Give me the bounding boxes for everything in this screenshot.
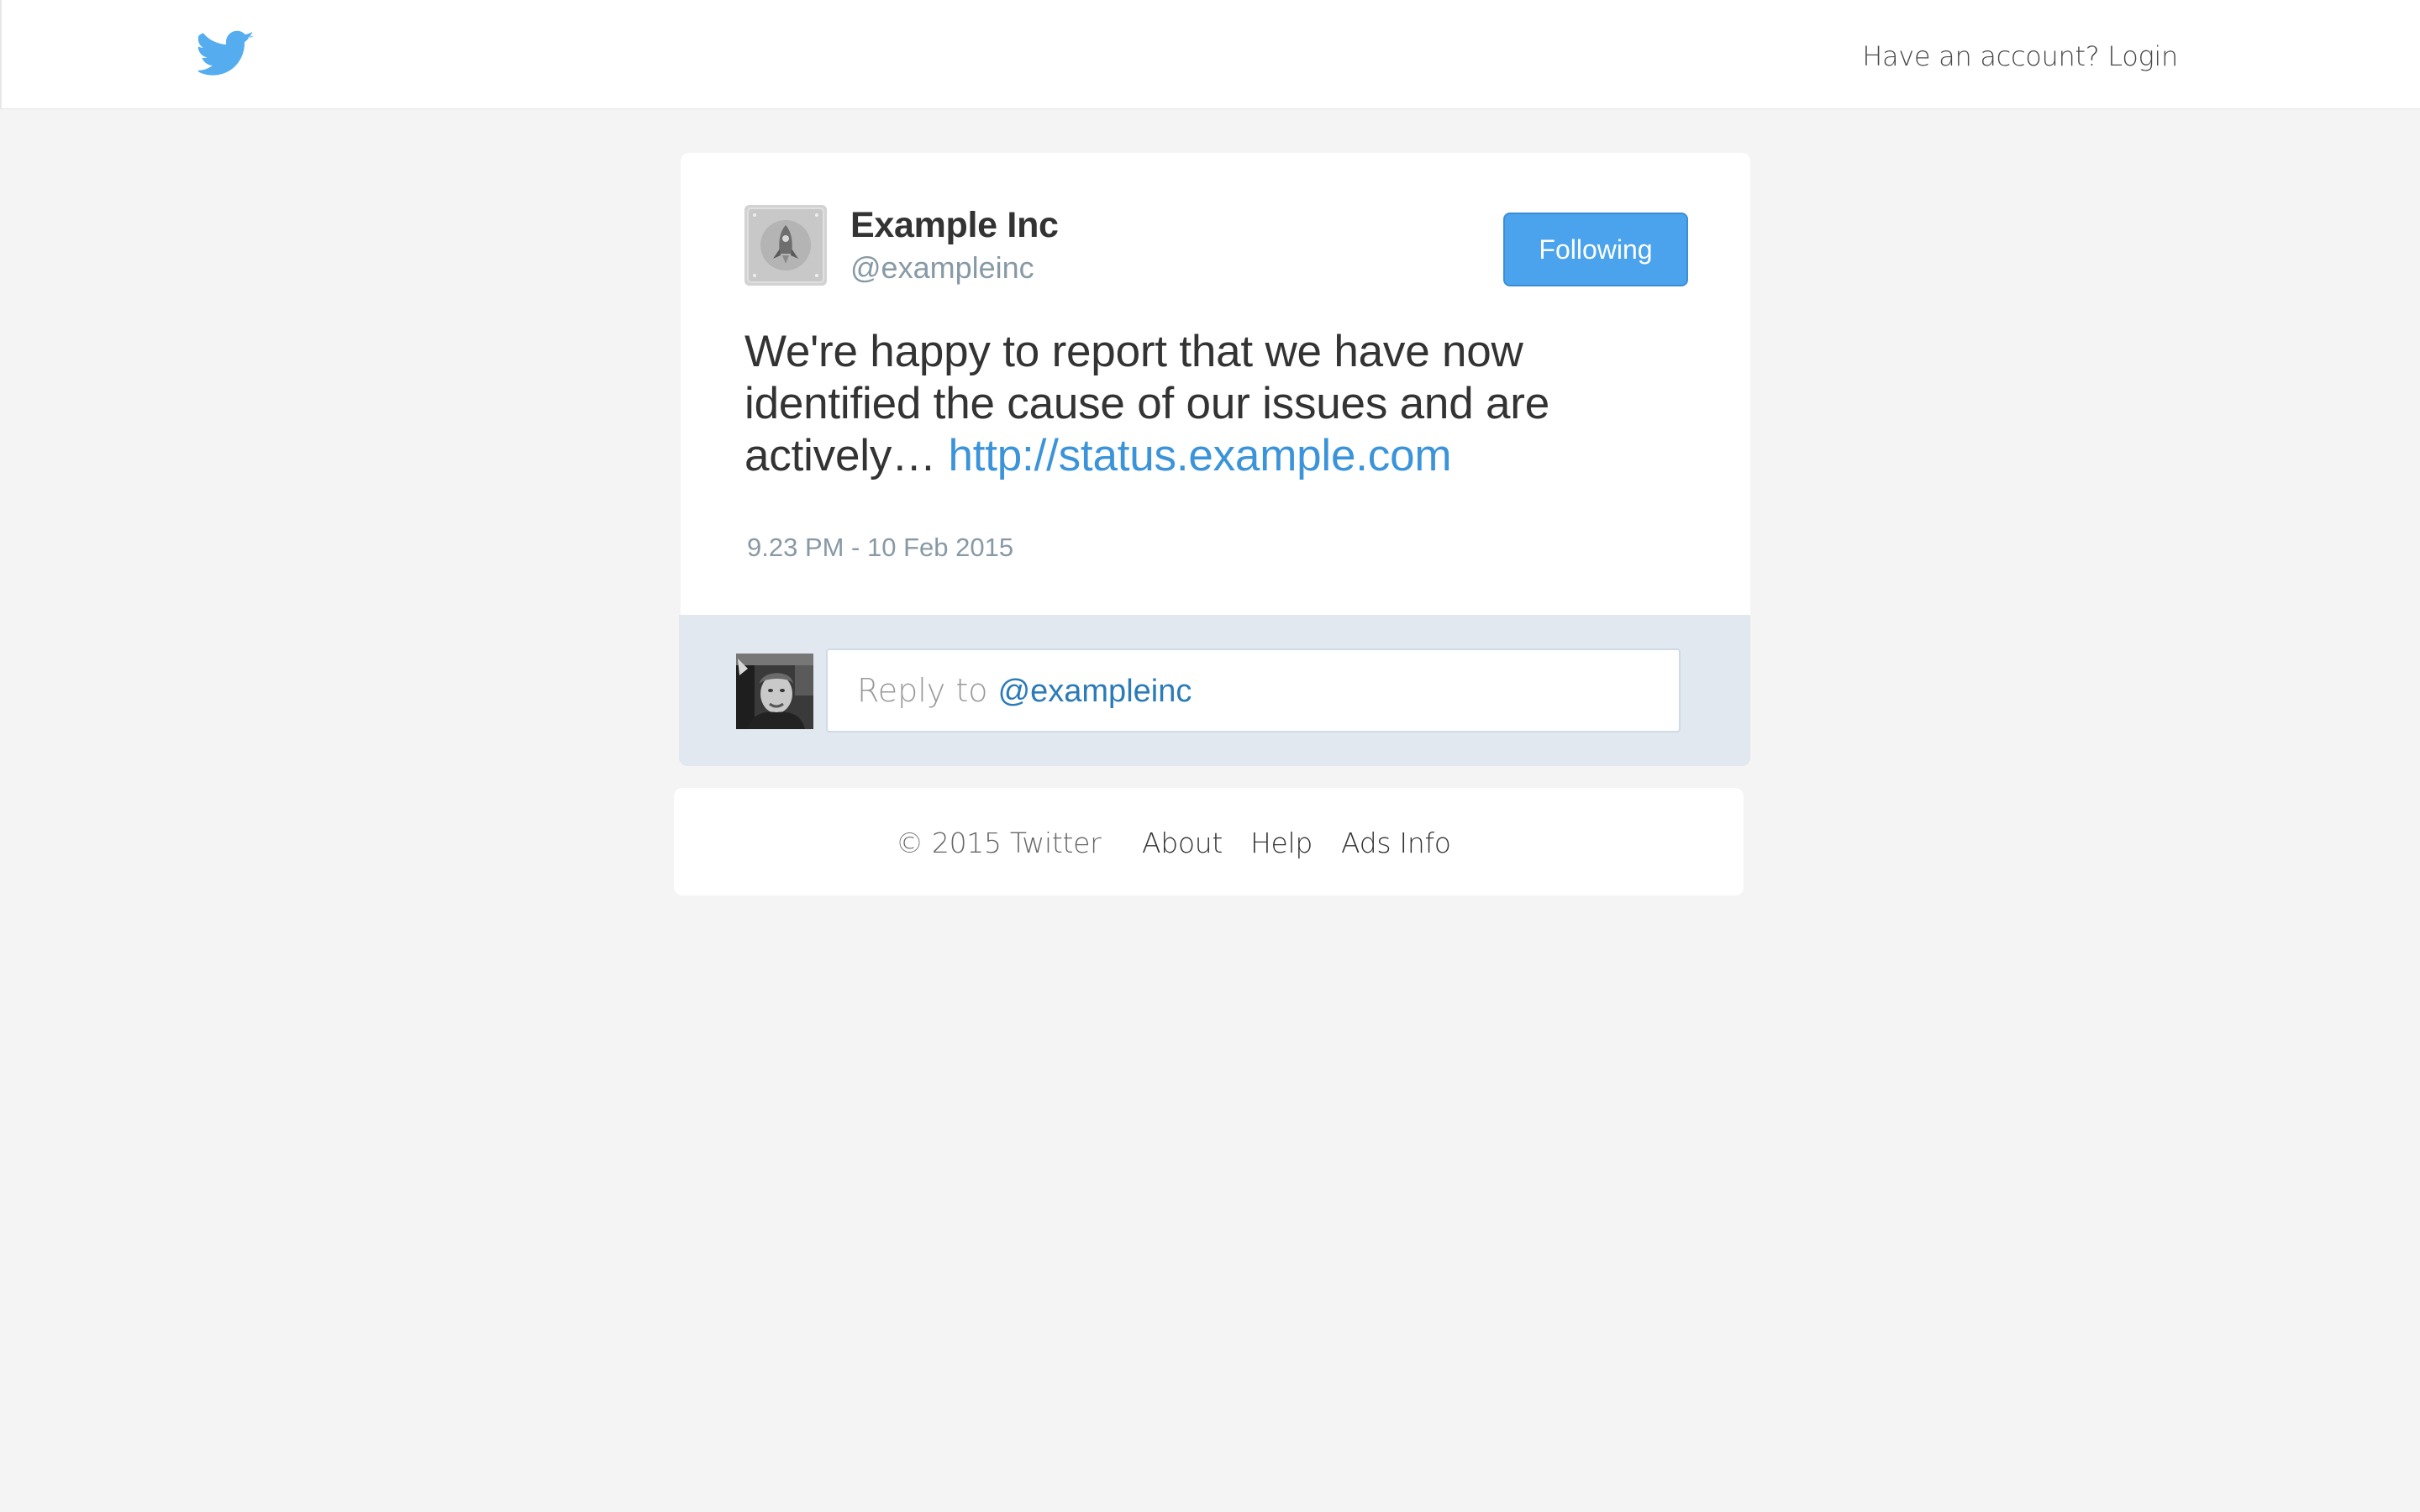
author-handle[interactable]: @exampleinc [850,250,1034,286]
twitter-bird-icon[interactable] [198,30,254,77]
footer-link-ads-info[interactable]: Ads Info [1341,827,1451,859]
top-navigation-bar: Have an account? Login [0,0,2420,109]
tweet-text: We're happy to report that we have now i… [744,326,1686,482]
footer-link-about[interactable]: About [1142,827,1223,859]
reply-placeholder-prefix: Reply to [857,672,998,709]
tweet-link[interactable]: http://status.example.com [948,431,1451,480]
footer-link-help[interactable]: Help [1250,827,1313,859]
rocket-icon [744,205,827,286]
author-name[interactable]: Example Inc [850,205,1059,246]
reply-mention: @exampleinc [997,674,1192,709]
company-avatar[interactable] [744,205,827,286]
copyright-text: © 2015 Twitter [896,827,1102,859]
user-avatar[interactable] [736,654,813,729]
tweet-timestamp[interactable]: 9.23 PM - 10 Feb 2015 [747,533,1013,563]
reply-input[interactable]: Reply to @exampleinc [826,648,1681,732]
tweet-card: Example Inc @exampleinc Following We're … [681,153,1750,615]
reply-bar: Reply to @exampleinc [679,615,1750,766]
user-photo-icon [736,654,813,729]
login-link[interactable]: Have an account? Login [1862,40,2178,72]
footer: © 2015 Twitter About Help Ads Info [674,788,1744,895]
following-button[interactable]: Following [1503,213,1688,286]
